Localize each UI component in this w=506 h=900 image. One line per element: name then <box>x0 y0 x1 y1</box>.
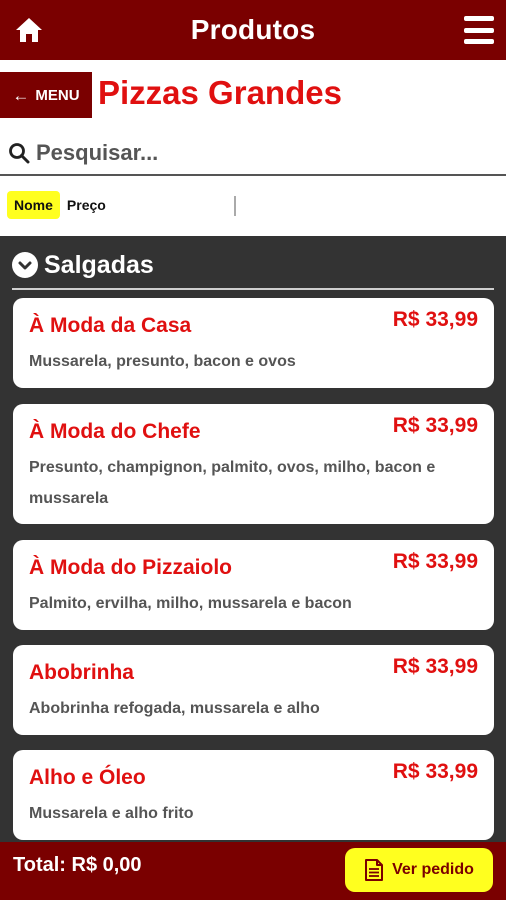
product-list[interactable]: Salgadas À Moda da Casa R$ 33,99 Mussare… <box>0 236 506 842</box>
back-menu-button[interactable]: ← MENU <box>0 72 92 118</box>
product-card[interactable]: À Moda do Chefe R$ 33,99 Presunto, champ… <box>13 404 494 524</box>
hamburger-menu-icon <box>464 16 494 21</box>
product-name: À Moda do Chefe <box>29 420 201 443</box>
home-icon <box>16 18 42 42</box>
sort-divider <box>234 196 236 216</box>
product-description: Abobrinha refogada, mussarela e alho <box>29 700 320 717</box>
hamburger-menu-button[interactable] <box>464 16 494 44</box>
page-title: Produtos <box>190 14 316 45</box>
product-card[interactable]: À Moda do Pizzaiolo R$ 33,99 Palmito, er… <box>13 540 494 630</box>
section-header-salgadas[interactable]: Salgadas <box>12 248 154 282</box>
product-card[interactable]: Abobrinha R$ 33,99 Abobrinha refogada, m… <box>13 645 494 735</box>
home-button[interactable] <box>12 14 46 46</box>
top-bar: Produtos <box>0 0 506 60</box>
back-menu-label: MENU <box>35 86 80 104</box>
product-description: Presunto, champignon, palmito, ovos, mil… <box>29 459 436 507</box>
view-order-button[interactable]: Ver pedido <box>345 848 493 892</box>
bottom-bar: Total: R$ 0,00 Ver pedido <box>0 842 506 900</box>
product-name: Abobrinha <box>29 661 134 684</box>
product-description: Mussarela, presunto, bacon e ovos <box>29 353 296 370</box>
product-description: Palmito, ervilha, milho, mussarela e bac… <box>29 595 352 612</box>
search-bar <box>0 132 506 176</box>
category-title: Pizzas Grandes <box>98 74 342 111</box>
product-price: R$ 33,99 <box>392 760 478 783</box>
sort-by-price[interactable]: Preço <box>60 191 113 219</box>
product-name: À Moda da Casa <box>29 314 192 337</box>
product-price: R$ 33,99 <box>392 550 478 573</box>
sort-options: Nome Preço <box>0 188 506 222</box>
section-divider <box>12 288 494 290</box>
search-input[interactable] <box>36 140 476 166</box>
product-description: Mussarela e alho frito <box>29 805 194 822</box>
product-price: R$ 33,99 <box>392 414 478 437</box>
section-title: Salgadas <box>44 250 154 279</box>
sort-by-name[interactable]: Nome <box>7 191 60 219</box>
product-price: R$ 33,99 <box>392 655 478 678</box>
arrow-left-icon: ← <box>12 85 30 105</box>
product-card[interactable]: À Moda da Casa R$ 33,99 Mussarela, presu… <box>13 298 494 388</box>
search-icon <box>9 143 30 164</box>
view-order-label: Ver pedido <box>392 861 474 878</box>
product-price: R$ 33,99 <box>392 308 478 331</box>
product-name: À Moda do Pizzaiolo <box>29 556 232 579</box>
order-total: Total: R$ 0,00 <box>13 854 142 876</box>
product-card[interactable]: Alho e Óleo R$ 33,99 Mussarela e alho fr… <box>13 750 494 840</box>
document-icon <box>365 859 384 881</box>
chevron-down-icon <box>12 252 38 278</box>
product-name: Alho e Óleo <box>29 766 146 789</box>
